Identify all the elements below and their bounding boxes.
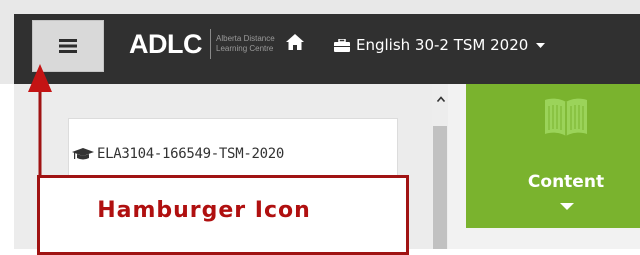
annotation-label: Hamburger Icon	[97, 198, 311, 223]
